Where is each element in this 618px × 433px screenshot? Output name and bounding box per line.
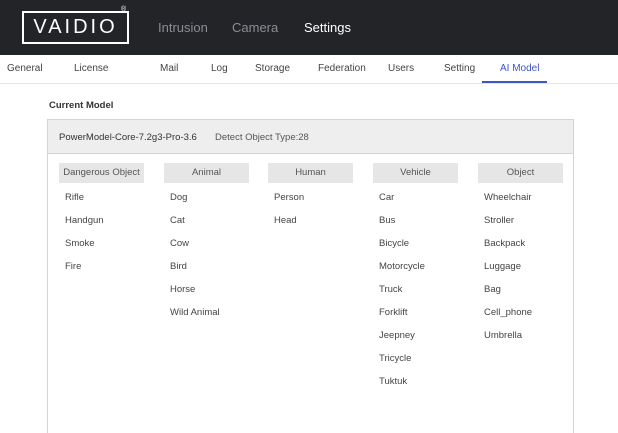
sub-nav-setting[interactable]: Setting	[444, 63, 475, 74]
list-item: Smoke	[65, 238, 95, 249]
detect-object-type: Detect Object Type:28	[215, 132, 309, 143]
list-item: Wheelchair	[484, 192, 532, 203]
list-item: Cow	[170, 238, 190, 249]
list-item: Handgun	[65, 215, 104, 226]
sub-nav-users[interactable]: Users	[388, 63, 414, 74]
list-item: Rifle	[65, 192, 85, 203]
list-item: Person	[274, 192, 305, 203]
list-item: Truck	[379, 284, 403, 295]
list-item: Fire	[65, 261, 82, 272]
list-item: Head	[274, 215, 297, 226]
list-item: Jeepney	[379, 330, 415, 341]
category-header-animal: Animal	[164, 163, 249, 183]
list-item: Horse	[170, 284, 196, 295]
settings-sub-nav: General License Mail Log Storage Federat…	[0, 55, 618, 84]
sub-nav-log[interactable]: Log	[211, 63, 228, 74]
category-header-dangerous-object: Dangerous Object	[59, 163, 144, 183]
sub-nav-general[interactable]: General	[7, 63, 43, 74]
sub-nav-storage[interactable]: Storage	[255, 63, 290, 74]
list-item: Tuktuk	[379, 376, 408, 387]
list-item: Umbrella	[484, 330, 523, 341]
category-header-human: Human	[268, 163, 353, 183]
list-item: Bicycle	[379, 238, 410, 249]
list-item: Cell_phone	[484, 307, 533, 318]
top-bar: VAIDIO ® Intrusion Camera Settings	[0, 0, 618, 55]
vaidio-logo[interactable]: VAIDIO	[22, 11, 129, 44]
sub-nav-license[interactable]: License	[74, 63, 108, 74]
list-item: Tricycle	[379, 353, 412, 364]
registered-mark: ®	[121, 6, 127, 13]
sub-nav-federation[interactable]: Federation	[318, 63, 366, 74]
list-item: Stroller	[484, 215, 515, 226]
active-tab-indicator	[482, 81, 547, 83]
model-header: PowerModel-Core-7.2g3-Pro-3.6 Detect Obj…	[48, 120, 573, 154]
list-item: Forklift	[379, 307, 408, 318]
top-nav-intrusion[interactable]: Intrusion	[158, 20, 208, 35]
current-model-heading: Current Model	[49, 100, 114, 111]
list-item: Car	[379, 192, 395, 203]
category-header-object: Object	[478, 163, 563, 183]
list-item: Bird	[170, 261, 187, 272]
sub-nav-mail[interactable]: Mail	[160, 63, 178, 74]
list-item: Luggage	[484, 261, 521, 272]
list-item: Bag	[484, 284, 501, 295]
top-nav-camera[interactable]: Camera	[232, 20, 278, 35]
list-item: Motorcycle	[379, 261, 425, 272]
list-item: Cat	[170, 215, 185, 226]
top-nav-settings[interactable]: Settings	[304, 20, 351, 35]
model-name: PowerModel-Core-7.2g3-Pro-3.6	[59, 132, 197, 143]
list-item: Wild Animal	[170, 307, 220, 318]
category-header-vehicle: Vehicle	[373, 163, 458, 183]
list-item: Dog	[170, 192, 188, 203]
list-item: Bus	[379, 215, 396, 226]
sub-nav-ai-model[interactable]: AI Model	[500, 63, 539, 74]
logo-text: VAIDIO	[33, 16, 118, 38]
list-item: Backpack	[484, 238, 526, 249]
